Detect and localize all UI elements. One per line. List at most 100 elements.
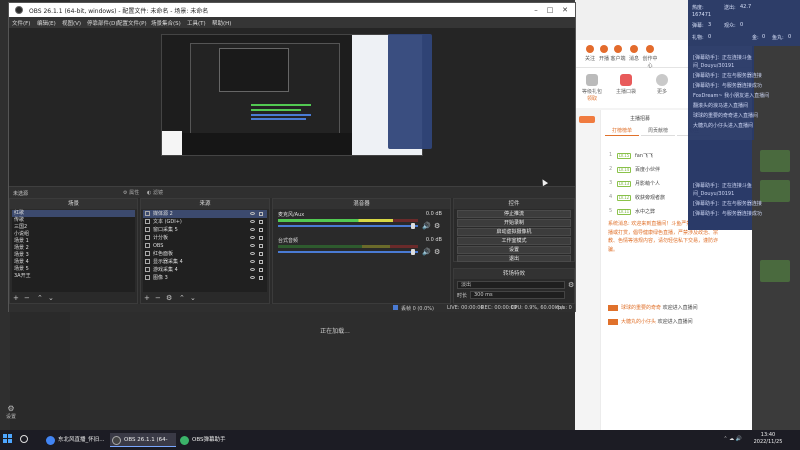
- lock-icon[interactable]: [259, 228, 263, 232]
- loading-text: 正在加载...: [320, 328, 350, 335]
- lock-icon[interactable]: [259, 220, 263, 224]
- settings-button[interactable]: ⚙ 设置: [4, 404, 18, 422]
- close-button[interactable]: ✕: [558, 5, 572, 15]
- eye-icon[interactable]: [250, 244, 255, 247]
- properties-button[interactable]: ⚙ 属性: [123, 189, 139, 196]
- tool-pocket[interactable]: 主播口袋: [611, 74, 641, 95]
- volume-slider[interactable]: [278, 223, 418, 229]
- tab-weekly[interactable]: 周贡献榜: [641, 126, 675, 136]
- source-item[interactable]: 窗口采集 5: [143, 226, 267, 234]
- tool-level-gift[interactable]: 等级礼包 领取: [577, 74, 607, 102]
- add-source-button[interactable]: +: [144, 294, 150, 302]
- lock-icon[interactable]: [259, 212, 263, 216]
- tool-more[interactable]: 更多: [647, 74, 677, 95]
- source-item[interactable]: 红色面板: [143, 250, 267, 258]
- menu-tools[interactable]: 工具(T): [187, 19, 206, 27]
- scene-item[interactable]: 红歌: [12, 210, 135, 217]
- remove-scene-button[interactable]: −: [24, 294, 30, 302]
- lock-icon[interactable]: [259, 252, 263, 256]
- minimize-button[interactable]: –: [529, 5, 543, 15]
- move-down-button[interactable]: ⌄: [190, 294, 196, 302]
- eye-icon[interactable]: [250, 268, 255, 271]
- system-tray[interactable]: ⌃ ☁ 🔊: [723, 436, 742, 442]
- transition-select[interactable]: 淡出: [457, 281, 565, 289]
- scene-item[interactable]: 小说组: [12, 231, 135, 238]
- recruit-label[interactable]: 主播招募: [630, 115, 650, 122]
- move-up-button[interactable]: ⌃: [179, 294, 185, 302]
- speaker-icon[interactable]: 🔊: [422, 248, 431, 256]
- menu-help[interactable]: 帮助(H): [212, 19, 231, 27]
- taskbar-item-danmu[interactable]: OBS弹幕助手: [178, 433, 236, 447]
- stat-label: 热度:: [692, 5, 704, 11]
- stop-streaming-button[interactable]: 停止推流: [457, 210, 571, 218]
- chat-line: 翻滚头的浪马进入直播间: [693, 103, 749, 109]
- start-recording-button[interactable]: 开始录制: [457, 219, 571, 227]
- obs-titlebar[interactable]: OBS 26.1.1 (64-bit, windows) - 配置文件: 未命名…: [9, 3, 575, 17]
- source-item[interactable]: 计分板: [143, 234, 267, 242]
- eye-icon[interactable]: [250, 276, 255, 279]
- maximize-button[interactable]: □: [543, 5, 557, 15]
- eye-icon[interactable]: [250, 260, 255, 263]
- lock-icon[interactable]: [259, 268, 263, 272]
- menu-profile[interactable]: 配置文件(P): [117, 19, 147, 27]
- lock-icon[interactable]: [259, 236, 263, 240]
- slider-handle[interactable]: [411, 223, 416, 229]
- source-item[interactable]: 游戏采集 4: [143, 266, 267, 274]
- remove-source-button[interactable]: −: [155, 294, 161, 302]
- studio-mode-button[interactable]: 工作室模式: [457, 237, 571, 245]
- settings-button[interactable]: 设置: [457, 246, 571, 254]
- duration-field[interactable]: 300 ms: [470, 291, 565, 299]
- eye-icon[interactable]: [250, 236, 255, 239]
- filters-button[interactable]: ◐ 滤镜: [147, 189, 163, 196]
- scene-item[interactable]: 场景 4: [12, 259, 135, 266]
- taskbar: 东北风直播_怀旧... OBS 26.1.1 (64-bi... OBS弹幕助手…: [0, 430, 800, 450]
- eye-icon[interactable]: [250, 228, 255, 231]
- gear-icon[interactable]: ⚙: [568, 281, 574, 289]
- taskbar-item-browser[interactable]: 东北风直播_怀旧...: [44, 433, 108, 447]
- menu-docks[interactable]: 停靠部件(D): [87, 19, 118, 27]
- meter-level: [278, 219, 393, 222]
- menu-edit[interactable]: 编辑(E): [37, 19, 56, 27]
- preview-nested-bubble: [162, 131, 182, 155]
- scene-item[interactable]: 场景 2: [12, 245, 135, 252]
- eye-icon[interactable]: [250, 212, 255, 215]
- virtual-camera-button[interactable]: 启动虚拟摄像机: [457, 228, 571, 236]
- clock[interactable]: 13:40 2022/11/25: [748, 432, 788, 446]
- tab-rank[interactable]: 打榜榜单: [605, 126, 639, 136]
- source-item[interactable]: 图像 3: [143, 274, 267, 282]
- scene-item[interactable]: 传歌: [12, 217, 135, 224]
- menu-scene-collection[interactable]: 场景集合(S): [151, 19, 181, 27]
- speaker-icon[interactable]: 🔊: [422, 222, 431, 230]
- preview-canvas[interactable]: [9, 28, 575, 187]
- lock-icon[interactable]: [259, 276, 263, 280]
- lock-icon[interactable]: [259, 244, 263, 248]
- exit-button[interactable]: 退出: [457, 255, 571, 262]
- move-up-button[interactable]: ⌃: [37, 294, 43, 302]
- source-item[interactable]: 文本 (GDI+): [143, 218, 267, 226]
- scene-item[interactable]: 场景 5: [12, 266, 135, 273]
- lock-icon[interactable]: [259, 260, 263, 264]
- menu-file[interactable]: 文件(F): [12, 19, 30, 27]
- source-item[interactable]: 显示器采集 4: [143, 258, 267, 266]
- scene-item[interactable]: 三国2: [12, 224, 135, 231]
- add-scene-button[interactable]: +: [13, 294, 19, 302]
- source-item[interactable]: OBS: [143, 242, 267, 250]
- source-item[interactable]: 媒体源 2: [143, 210, 267, 218]
- volume-slider[interactable]: [278, 249, 418, 255]
- gear-icon[interactable]: ⚙: [434, 248, 440, 256]
- source-settings-button[interactable]: ⚙: [166, 294, 172, 302]
- welcome-message: 大糖丸的小仔头 欢迎进入直播间: [608, 318, 693, 325]
- scene-item[interactable]: 场景 3: [12, 252, 135, 259]
- menu-view[interactable]: 视图(V): [62, 19, 81, 27]
- taskbar-item-obs[interactable]: OBS 26.1.1 (64-bi...: [110, 433, 176, 447]
- scene-item[interactable]: 3A开王: [12, 273, 135, 280]
- move-down-button[interactable]: ⌄: [48, 294, 54, 302]
- nav-creator[interactable]: 创作中心: [641, 45, 659, 69]
- gear-icon[interactable]: ⚙: [434, 222, 440, 230]
- search-icon[interactable]: [20, 435, 28, 443]
- eye-icon[interactable]: [250, 220, 255, 223]
- windows-start-icon[interactable]: [3, 434, 13, 444]
- slider-handle[interactable]: [411, 249, 416, 255]
- scene-item[interactable]: 场景 1: [12, 238, 135, 245]
- eye-icon[interactable]: [250, 252, 255, 255]
